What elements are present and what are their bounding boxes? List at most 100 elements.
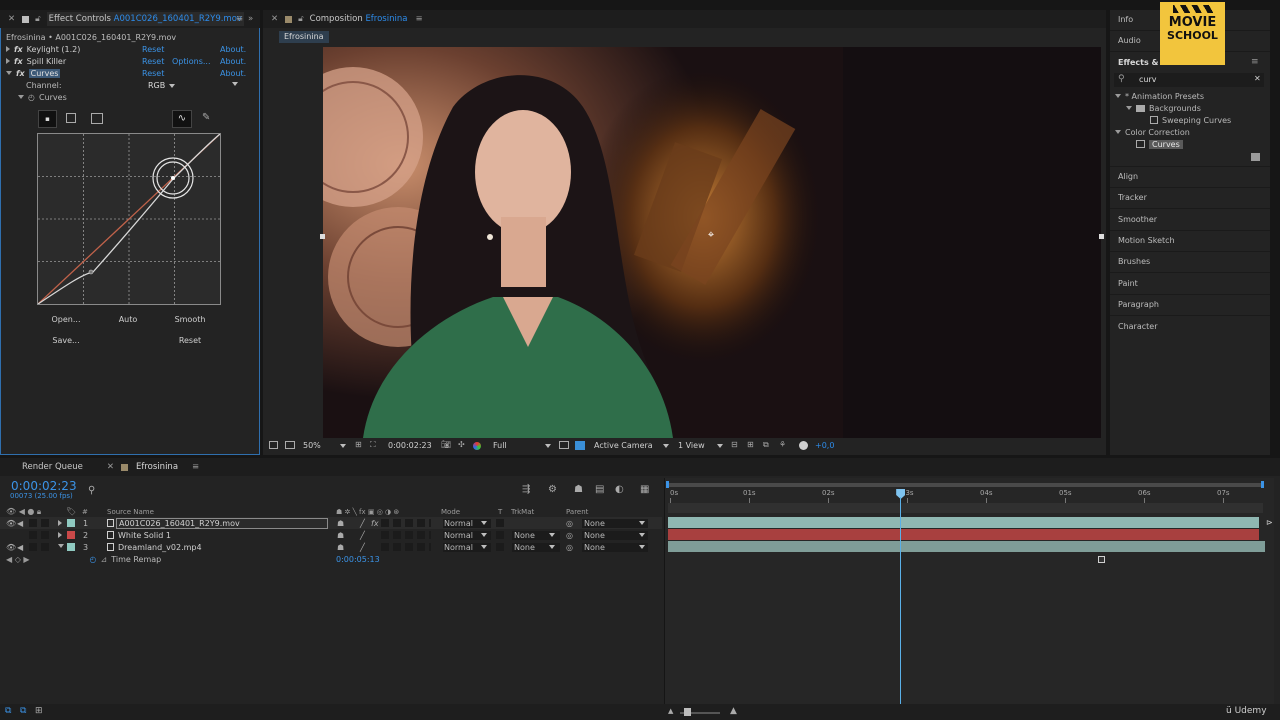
layer-1-bar[interactable] [668,517,1259,528]
column-header-source[interactable]: Source Name [107,508,154,516]
brushes-panel-tab[interactable]: Brushes [1118,257,1150,266]
spill-killer-about-link[interactable]: About. [220,57,246,66]
quality-switch-icon[interactable]: ╱ [360,543,365,552]
audio-panel-tab[interactable]: Audio [1118,36,1141,45]
layer-2-bar[interactable] [668,529,1259,540]
quality-switch-icon[interactable]: ╱ [360,519,365,528]
keylight-about-link[interactable]: About. [220,45,246,54]
chevron-down-icon[interactable] [481,533,487,537]
layer-name[interactable]: A001C026_160401_R2Y9.mov [116,517,328,529]
frame-blending-icon[interactable]: ▤ [595,484,604,495]
table-row[interactable]: 👁︎ ◀ 1 A001C026_160401_R2Y9.mov ☗ ╱ fx Normal ◎ N… [0,517,662,529]
close-icon[interactable]: ✕ [107,462,114,472]
curves-about-link[interactable]: About. [220,69,246,78]
paragraph-panel-tab[interactable]: Paragraph [1118,300,1159,309]
tracker-panel-tab[interactable]: Tracker [1118,193,1147,202]
curve-size-large-icon[interactable] [91,113,103,124]
pick-whip-icon[interactable]: ◎ [566,531,573,540]
close-icon[interactable]: ✕ [8,14,15,24]
expand-arrow-icon[interactable] [6,46,10,52]
close-icon[interactable]: ✕ [271,14,278,24]
anchor-point-icon[interactable]: ⌖ [705,229,717,241]
work-area-bar[interactable] [668,483,1263,487]
lock-box[interactable] [41,531,49,539]
curves-reset-button[interactable]: Reset [160,336,220,345]
region-of-interest-icon[interactable]: ⛶ [370,440,376,450]
viewer-handle-left[interactable] [320,234,325,239]
lock-box[interactable] [41,519,49,527]
toggle-switches-icon[interactable]: ⧉ [5,706,11,716]
solo-box[interactable] [29,531,37,539]
tree-curves[interactable]: Curves [1136,138,1183,150]
render-queue-tab[interactable]: Render Queue [22,462,83,472]
work-area-end-handle[interactable] [1261,481,1264,488]
chevron-down-icon[interactable] [232,82,238,86]
reset-exposure-icon[interactable] [799,441,808,450]
curves-smooth-button[interactable]: Smooth [160,315,220,324]
video-visibility-icon[interactable]: 👁︎ [6,519,16,528]
curves-auto-button[interactable]: Auto [98,315,158,324]
motion-blur-icon[interactable]: ◐ [615,484,624,495]
panel-menu-icon[interactable]: ≡ [1251,57,1259,67]
time-ruler[interactable] [668,489,1263,503]
playhead[interactable] [896,489,906,704]
toggle-modes-icon[interactable]: ⧉ [20,706,26,716]
audio-icon[interactable]: ◀ [17,543,23,552]
resolution-dropdown[interactable]: Full [493,441,507,450]
time-remap-value[interactable]: 0:00:05:13 [336,555,380,564]
color-channel-icon[interactable] [473,442,481,450]
comp-flowchart-icon[interactable]: ⊞ [747,440,754,449]
chevron-down-icon[interactable] [481,545,487,549]
bezier-tool-icon[interactable]: ∿ [172,110,192,128]
curves-open-button[interactable]: Open... [36,315,96,324]
keyframe-nav-icon[interactable]: ◀ ◇ ▶ [6,555,30,564]
effect-row-spill-killer[interactable]: fx Spill Killer Reset Options... About. [6,55,256,67]
zoom-out-icon[interactable]: ▲ [668,707,673,715]
tree-backgrounds[interactable]: Backgrounds [1126,102,1201,114]
fast-previews-icon[interactable] [559,441,569,449]
lock-icon[interactable]: 🔓︎ [35,14,41,24]
shy-switch-icon[interactable]: ☗ [337,543,344,552]
layer-name[interactable]: Dreamland_v02.mp4 [118,543,202,552]
solo-box[interactable] [29,543,37,551]
preserve-transparency-box[interactable] [496,531,504,539]
align-panel-tab[interactable]: Align [1118,172,1138,181]
spill-killer-reset-link[interactable]: Reset [142,57,164,66]
composition-tab[interactable]: Composition Efrosinina [310,14,408,24]
curve-size-small-icon[interactable] [66,113,76,123]
curves-reset-link[interactable]: Reset [142,69,164,78]
preserve-transparency-box[interactable] [496,519,504,527]
effect-row-curves[interactable]: fx Curves Reset About. [6,67,256,79]
composition-viewer[interactable]: ⌖ [323,47,1101,438]
chevron-down-icon[interactable] [639,533,645,537]
fx-icon[interactable]: fx [14,57,23,66]
label-color-swatch[interactable] [67,519,75,527]
panel-menu-icon[interactable]: ≡ [192,462,199,472]
viewer-handle-right[interactable] [1099,234,1104,239]
keyframe-icon[interactable] [1098,556,1105,563]
layer-3-bar[interactable] [668,541,1265,552]
fx-icon[interactable]: fx [14,45,23,54]
chevron-down-icon[interactable] [549,533,555,537]
zoom-slider-thumb[interactable] [684,708,691,716]
draft-3d-icon[interactable]: ⚙ [548,484,557,495]
expand-arrow-icon[interactable] [6,58,10,64]
curves-save-button[interactable]: Save... [36,336,96,345]
effect-row-keylight[interactable]: fx Keylight (1.2) Reset About. [6,43,256,55]
info-panel-tab[interactable]: Info [1118,15,1133,24]
new-bin-icon[interactable] [1251,153,1260,161]
expand-arrow-icon[interactable] [58,532,62,538]
audio-icon[interactable]: ◀ [17,519,23,528]
toggle-pixel-aspect-icon[interactable]: ⊟ [731,440,738,449]
timeline-comp-tab[interactable]: Efrosinina [136,462,178,472]
keylight-reset-link[interactable]: Reset [142,45,164,54]
chevron-down-icon[interactable] [340,444,346,448]
work-area-start-handle[interactable] [666,481,669,488]
zoom-in-icon[interactable]: ▲ [730,706,737,716]
switch-boxes[interactable] [381,531,431,539]
toggle-in-out-icon[interactable]: ⊞ [35,706,43,716]
stopwatch-icon[interactable]: ◴ [28,93,35,102]
expand-arrow-icon[interactable] [58,520,62,526]
video-visibility-icon[interactable]: 👁︎ [6,543,16,552]
curves-graph[interactable] [37,133,221,305]
